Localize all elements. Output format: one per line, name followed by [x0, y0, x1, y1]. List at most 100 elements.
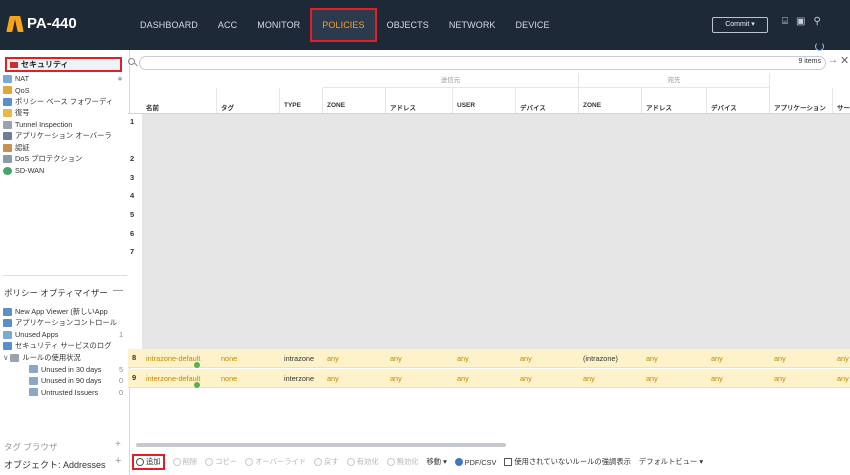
- rule-usage-icon: [10, 353, 20, 362]
- sidebar-item-dos[interactable]: DoS プロテクション: [3, 154, 127, 166]
- optimizer-unused-90[interactable]: Unused in 90 days 0: [3, 375, 127, 387]
- new-app-viewer-icon: [3, 307, 12, 316]
- copy-button[interactable]: コピー: [205, 457, 237, 467]
- tag-browser-title[interactable]: タグ ブラウザ: [4, 441, 57, 453]
- top-nav-bar: PA-440 DASHBOARD ACC MONITOR POLICIES OB…: [0, 0, 850, 50]
- delete-button[interactable]: 削除: [172, 457, 197, 467]
- row-number: 7: [130, 247, 135, 256]
- col-src-user[interactable]: USER: [453, 88, 516, 113]
- col-dst-address[interactable]: アドレス: [642, 88, 707, 113]
- optimizer-new-app-viewer[interactable]: New App Viewer (新しいApp: [3, 306, 127, 318]
- sidebar-item-app-override[interactable]: アプリケーション オーバーラ: [3, 131, 127, 143]
- commit-button[interactable]: Commit ▾: [712, 17, 768, 33]
- col-src-zone[interactable]: ZONE: [323, 88, 386, 113]
- refresh-icon[interactable]: [815, 42, 824, 51]
- row-number: 2: [130, 154, 135, 163]
- copy-icon: [205, 458, 214, 466]
- logo-text: PA-440: [27, 15, 77, 32]
- col-service[interactable]: サー: [833, 88, 850, 113]
- objects-expand-icon[interactable]: +: [115, 455, 121, 467]
- sidebar-item-tunnel[interactable]: Tunnel Inspection: [3, 119, 127, 131]
- move-dropdown[interactable]: 移動 ▾: [426, 457, 446, 467]
- items-count: 9 items: [798, 58, 821, 65]
- app-control-icon: [3, 319, 12, 328]
- filter-input[interactable]: 9 items: [139, 56, 826, 70]
- add-button[interactable]: 追加: [132, 454, 165, 470]
- add-icon: [136, 458, 144, 466]
- tab-policies[interactable]: POLICIES: [310, 8, 377, 42]
- sidebar-item-qos[interactable]: QoS: [3, 85, 127, 97]
- collapse-icon[interactable]: —: [113, 285, 123, 296]
- revert-button[interactable]: 戻す: [314, 457, 339, 467]
- sidebar-item-decryption[interactable]: 復号: [3, 108, 127, 120]
- col-src-address[interactable]: アドレス: [386, 88, 453, 113]
- rule-name[interactable]: interzone-default: [146, 374, 200, 383]
- override-icon: [245, 458, 254, 466]
- default-view-dropdown[interactable]: デフォルトビュー ▾: [639, 457, 703, 467]
- tab-monitor[interactable]: MONITOR: [247, 8, 310, 42]
- rule-name[interactable]: intrazone-default: [146, 354, 200, 363]
- top-icons: ⌸ ▣ ⚲: [782, 16, 821, 27]
- table-row[interactable]: 9 interzone-default none interzone any a…: [128, 369, 850, 388]
- tag-browser-expand-icon[interactable]: +: [115, 439, 121, 450]
- clear-filter-icon[interactable]: ✕: [840, 54, 849, 67]
- paloalto-logo-icon: [8, 16, 22, 32]
- col-dst-device[interactable]: デバイス: [707, 88, 770, 113]
- lock-config-icon[interactable]: ⌸: [782, 16, 788, 27]
- config-icon[interactable]: ▣: [796, 16, 805, 27]
- dos-icon: [3, 155, 12, 164]
- row-number: 6: [130, 229, 135, 238]
- col-name[interactable]: 名前: [142, 88, 217, 113]
- qos-icon: [3, 86, 12, 95]
- search-icon[interactable]: ⚲: [813, 16, 820, 27]
- col-application[interactable]: アプリケーション: [770, 88, 833, 113]
- disable-button[interactable]: 無効化: [386, 457, 418, 467]
- col-dst-zone[interactable]: ZONE: [579, 88, 642, 113]
- objects-panel-title[interactable]: オブジェクト: Addresses: [4, 458, 106, 471]
- auth-icon: [3, 143, 12, 152]
- checkbox[interactable]: [504, 458, 513, 466]
- optimizer-unused-30[interactable]: Unused in 30 days 5: [3, 364, 127, 376]
- policy-tree: NAT ∗ QoS ポリシー ベース フォワーディ 復号 Tunnel Inspe…: [3, 73, 127, 177]
- col-type[interactable]: TYPE: [280, 88, 323, 113]
- enable-button[interactable]: 有効化: [346, 457, 379, 467]
- tab-network[interactable]: NETWORK: [439, 8, 506, 42]
- rule-status-dot: [194, 362, 200, 368]
- optimizer-app-control[interactable]: アプリケーションコントロール: [3, 318, 127, 330]
- tab-device[interactable]: DEVICE: [506, 8, 560, 42]
- sidebar-item-nat[interactable]: NAT ∗: [3, 73, 127, 85]
- pdf-icon: [454, 458, 463, 466]
- sidebar-item-sdwan[interactable]: SD-WAN: [3, 165, 127, 177]
- tab-acc[interactable]: ACC: [208, 8, 247, 42]
- optimizer-unused-apps[interactable]: Unused Apps 1: [3, 329, 127, 341]
- tab-dashboard[interactable]: DASHBOARD: [130, 8, 208, 42]
- sidebar-item-auth[interactable]: 認証: [3, 142, 127, 154]
- sidebar-item-label: セキュリティ: [21, 60, 69, 69]
- col-src-device[interactable]: デバイス: [516, 88, 579, 113]
- row-number: 5: [130, 210, 135, 219]
- revert-icon: [314, 458, 323, 466]
- security-rule-icon: [10, 62, 18, 68]
- group-header-source: 送信元: [323, 73, 579, 88]
- apply-filter-icon[interactable]: →: [828, 55, 838, 66]
- row-number: 4: [130, 191, 135, 200]
- filter-search-icon[interactable]: [128, 58, 138, 68]
- sidebar-item-pbf[interactable]: ポリシー ベース フォワーディ: [3, 96, 127, 108]
- tunnel-icon: [3, 120, 12, 129]
- tab-objects[interactable]: OBJECTS: [377, 8, 439, 42]
- pdf-csv-button[interactable]: PDF/CSV: [454, 458, 496, 467]
- highlight-unused-checkbox[interactable]: 使用されていないルールの強調表示: [504, 457, 631, 467]
- override-button[interactable]: オーバーライド: [245, 457, 306, 467]
- nav-tabs: DASHBOARD ACC MONITOR POLICIES OBJECTS N…: [130, 8, 560, 42]
- table-hscrollbar[interactable]: [128, 441, 850, 449]
- app-override-icon: [3, 132, 12, 141]
- optimizer-rule-usage[interactable]: ∨ ルールの使用状況: [3, 352, 127, 364]
- col-tag[interactable]: タグ: [217, 88, 280, 113]
- table-row[interactable]: 8 intrazone-default none intrazone any a…: [128, 349, 850, 368]
- expander-icon[interactable]: ∨: [3, 353, 8, 362]
- optimizer-untrusted[interactable]: Untrusted Issuers 0: [3, 387, 127, 399]
- left-hscrollbar[interactable]: [3, 275, 127, 282]
- scrollbar-thumb[interactable]: [136, 443, 506, 447]
- sidebar-item-security[interactable]: セキュリティ: [5, 57, 122, 72]
- optimizer-security-services[interactable]: セキュリティ サービスのログ: [3, 341, 127, 353]
